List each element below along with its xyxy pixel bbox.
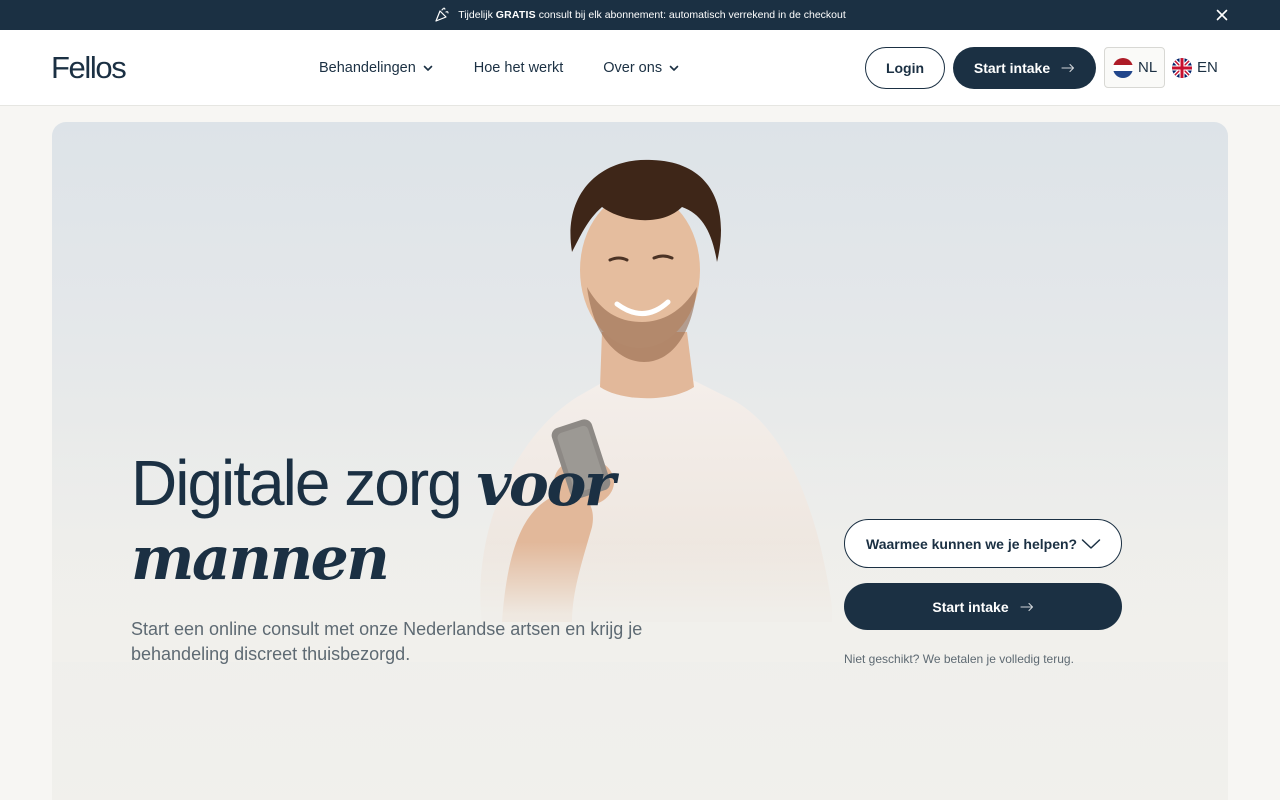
chevron-down-icon: [669, 65, 679, 71]
language-en-label: EN: [1197, 59, 1218, 76]
headline-italic-1: voor: [476, 450, 616, 520]
main-nav: Behandelingen Hoe het werkt Over ons: [319, 30, 680, 106]
login-button[interactable]: Login: [865, 47, 945, 89]
language-en-button[interactable]: EN: [1172, 47, 1224, 88]
announcement-highlight: GRATIS: [495, 9, 536, 21]
nav-item-label: Over ons: [603, 60, 663, 76]
announcement-bar: Tijdelijk GRATIS consult bij elk abonnem…: [0, 0, 1280, 30]
arrow-right-icon: [1061, 63, 1075, 73]
announcement-text: Tijdelijk GRATIS consult bij elk abonnem…: [458, 9, 846, 21]
nav-item-label: Behandelingen: [319, 60, 416, 76]
money-back-guarantee: Niet geschikt? We betalen je volledig te…: [844, 652, 1074, 666]
chevron-down-icon: [1081, 539, 1101, 549]
flag-uk-icon: [1172, 57, 1192, 78]
hero-start-intake-button[interactable]: Start intake: [844, 583, 1122, 630]
flag-nl-icon: [1113, 57, 1133, 78]
language-nl-label: NL: [1138, 59, 1158, 76]
party-popper-icon: [435, 7, 449, 22]
arrow-right-icon: [1020, 602, 1033, 611]
close-icon[interactable]: [1214, 7, 1230, 23]
nav-item-hoe-het-werkt[interactable]: Hoe het werkt: [474, 60, 563, 76]
nav-item-behandelingen[interactable]: Behandelingen: [319, 60, 434, 76]
start-intake-label: Start intake: [973, 60, 1051, 76]
help-select-label: Waarmee kunnen we je helpen?: [866, 535, 1078, 552]
start-intake-button[interactable]: Start intake: [953, 47, 1096, 89]
nav-item-over-ons[interactable]: Over ons: [603, 60, 680, 76]
hero-start-intake-label: Start intake: [932, 598, 1009, 615]
hero-subtext: Start een online consult met onze Nederl…: [131, 619, 643, 664]
nav-item-label: Hoe het werkt: [473, 60, 564, 76]
chevron-down-icon: [423, 65, 433, 71]
hero-headline: Digitale zorg voor mannen: [131, 447, 616, 594]
site-header: Fellos Behandelingen Hoe het werkt Over …: [0, 30, 1280, 106]
headline-italic-2: mannen: [131, 524, 390, 594]
logo[interactable]: Fellos: [51, 50, 127, 86]
language-nl-button[interactable]: NL: [1104, 47, 1165, 88]
help-select[interactable]: Waarmee kunnen we je helpen?: [844, 519, 1122, 568]
